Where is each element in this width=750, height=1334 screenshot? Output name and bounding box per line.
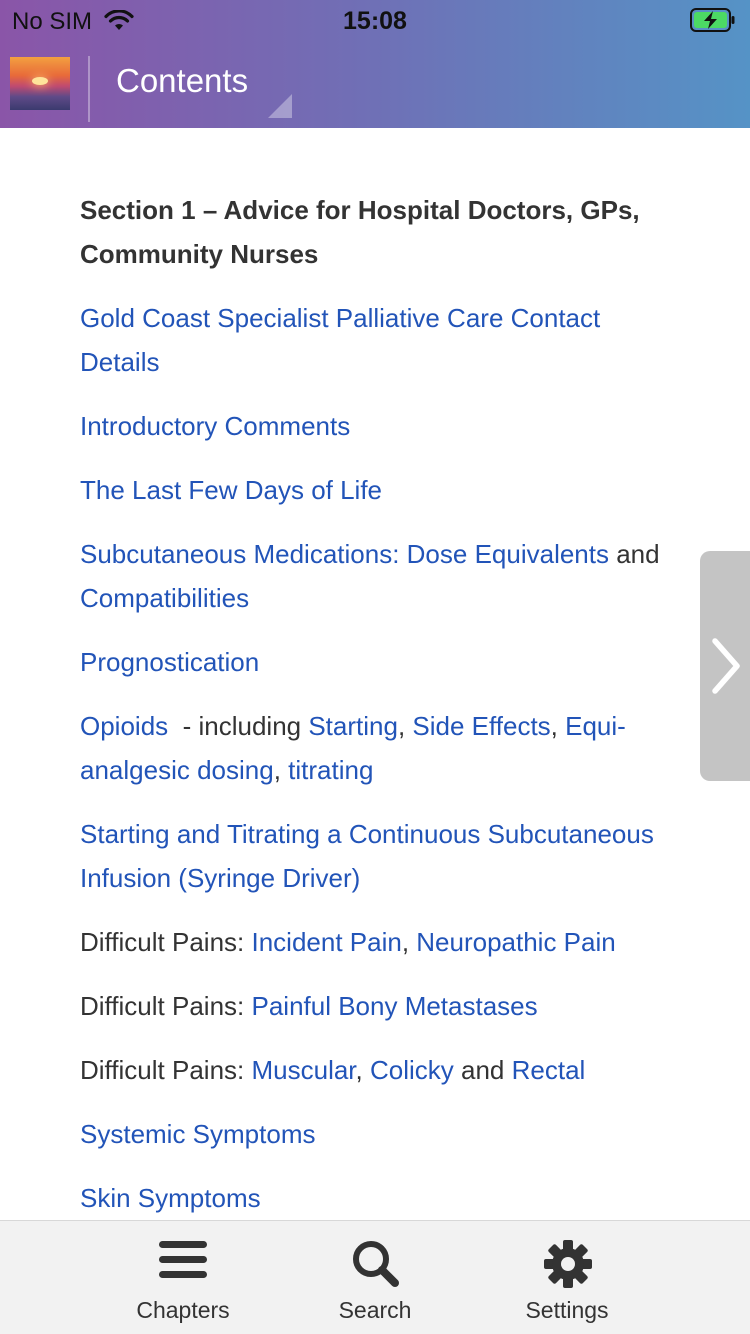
link-opioids-side-effects[interactable]: Side Effects [412,711,550,741]
link-opioids-titrating[interactable]: titrating [288,755,373,785]
chevron-right-icon [712,638,740,694]
difficult-pains-label: Difficult Pains: [80,927,252,957]
menu-icon [159,1241,207,1278]
section-heading: Section 1 – Advice for Hospital Doctors,… [80,195,640,269]
status-time: 15:08 [343,7,407,35]
search-icon [353,1241,399,1287]
separator-text: , [401,927,417,957]
corner-indicator-icon [268,94,292,118]
link-opioids-starting[interactable]: Starting [308,711,398,741]
list-item: Gold Coast Specialist Palliative Care Co… [80,296,680,384]
link-last-few-days[interactable]: The Last Few Days of Life [80,475,382,505]
opioids-including-text: - including [168,711,309,741]
separator-text: , [550,711,566,741]
tab-search[interactable]: Search [295,1221,455,1334]
link-syringe-driver[interactable]: Starting and Titrating a Continuous Subc… [80,819,654,893]
link-incident-pain[interactable]: Incident Pain [251,927,401,957]
link-rectal[interactable]: Rectal [512,1055,586,1085]
separator-text: , [355,1055,370,1085]
link-opioids[interactable]: Opioids [80,711,168,741]
link-compatibilities[interactable]: Compatibilities [80,583,249,613]
link-dose-equivalents[interactable]: Subcutaneous Medications: Dose Equivalen… [80,539,609,569]
conjunction-text: and [609,539,660,569]
list-item: Difficult Pains: Incident Pain, Neuropat… [80,920,680,964]
next-page-tab[interactable] [700,551,750,781]
tab-label: Settings [525,1297,609,1323]
separator-text: , [273,755,289,785]
tab-label: Chapters [136,1297,230,1323]
tab-chapters[interactable]: Chapters [103,1221,263,1334]
link-muscular[interactable]: Muscular [251,1055,355,1085]
list-item: Starting and Titrating a Continuous Subc… [80,812,680,900]
list-item: Subcutaneous Medications: Dose Equivalen… [80,532,680,620]
battery-charging-icon [690,8,735,32]
list-item: Introductory Comments [80,404,680,448]
list-item: Systemic Symptoms [80,1112,680,1156]
list-item: Difficult Pains: Muscular, Colicky and R… [80,1048,680,1092]
contents-list: Section 1 – Advice for Hospital Doctors,… [80,188,680,1240]
tab-label: Search [338,1297,412,1323]
header-divider [88,56,90,122]
conjunction-text: and [453,1055,512,1085]
difficult-pains-label: Difficult Pains: [80,1055,252,1085]
list-item: Prognostication [80,640,680,684]
page-title: Contents [116,62,249,99]
bottom-tab-bar: Chapters Search Settings [0,1220,750,1334]
gear-icon [544,1240,592,1288]
app-logo-thumbnail[interactable] [10,57,70,110]
list-item: Difficult Pains: Painful Bony Metastases [80,984,680,1028]
list-item: Skin Symptoms [80,1176,680,1220]
link-bony-metastases[interactable]: Painful Bony Metastases [251,991,537,1021]
difficult-pains-label: Difficult Pains: [80,991,252,1021]
list-item: Opioids - including Starting, Side Effec… [80,704,680,792]
link-systemic-symptoms[interactable]: Systemic Symptoms [80,1119,316,1149]
status-bar: No SIM 15:08 [0,0,750,40]
tab-settings[interactable]: Settings [487,1221,647,1334]
link-skin-symptoms[interactable]: Skin Symptoms [80,1183,261,1213]
list-item: The Last Few Days of Life [80,468,680,512]
link-prognostication[interactable]: Prognostication [80,647,259,677]
link-colicky[interactable]: Colicky [370,1055,454,1085]
link-introductory-comments[interactable]: Introductory Comments [80,411,350,441]
app-header: No SIM 15:08 Contents [0,0,750,128]
link-neuropathic-pain[interactable]: Neuropathic Pain [416,927,615,957]
link-gold-coast-contacts[interactable]: Gold Coast Specialist Palliative Care Co… [80,303,600,377]
separator-text: , [397,711,413,741]
